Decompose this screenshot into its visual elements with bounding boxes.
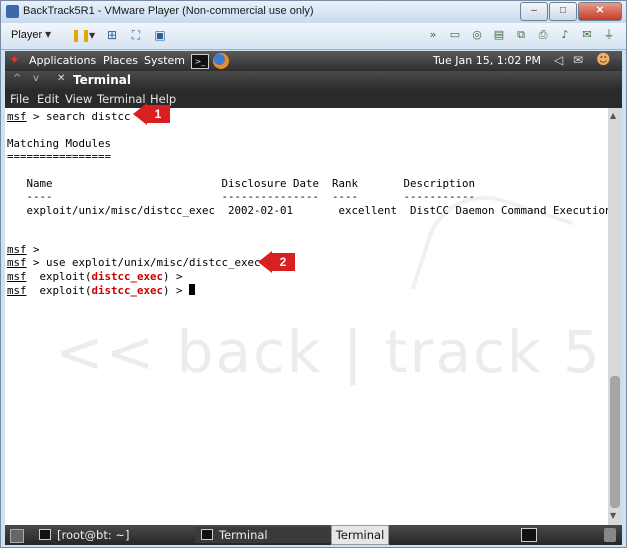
command-text: > use exploit/unix/misc/distcc_exec bbox=[26, 256, 261, 269]
terminal-launcher-icon[interactable]: >_ bbox=[191, 54, 209, 69]
terminal-line: msf > use exploit/unix/misc/distcc_exec bbox=[7, 256, 261, 269]
floppy-icon[interactable]: ▤ bbox=[492, 28, 506, 42]
terminal-line: Matching Modules bbox=[7, 137, 112, 150]
terminal-icon[interactable] bbox=[521, 528, 537, 542]
callout-number: 2 bbox=[271, 253, 295, 271]
chevron-down-icon[interactable]: ▼ bbox=[45, 30, 51, 39]
firefox-icon[interactable] bbox=[213, 53, 229, 69]
pause-icon[interactable]: ❚❚ bbox=[71, 28, 91, 42]
show-desktop-icon[interactable] bbox=[10, 529, 24, 543]
module-name: distcc_exec bbox=[91, 284, 164, 297]
gnome-top-panel: ✦ Applications Places System >_ Tue Jan … bbox=[5, 51, 622, 71]
double-chevron-icon[interactable]: » bbox=[426, 28, 440, 42]
terminal-line: msf > bbox=[7, 243, 40, 256]
terminal-scrollbar[interactable]: ▲ ▼ bbox=[608, 108, 622, 525]
sound-icon[interactable]: ♪ bbox=[558, 28, 572, 42]
msf-prompt: msf bbox=[7, 270, 27, 283]
msf-prompt: msf bbox=[7, 110, 27, 123]
callout-number: 1 bbox=[146, 105, 170, 123]
menu-edit[interactable]: Edit bbox=[37, 92, 59, 106]
menu-help[interactable]: Help bbox=[150, 92, 176, 106]
guest-screen[interactable]: ✦ Applications Places System >_ Tue Jan … bbox=[5, 51, 622, 545]
menu-system[interactable]: System bbox=[144, 54, 185, 67]
vm-toolbar: Player ▼ ❚❚ ▼ ⊞ ⛶ ▣ » ▭ ◎ ▤ ⧉ ⎙ ♪ ✉ ⏚ bbox=[1, 23, 626, 50]
chevron-down-icon[interactable]: ▼ bbox=[89, 31, 95, 40]
printer-icon[interactable]: ⎙ bbox=[536, 28, 550, 42]
chevron-down-icon[interactable]: v bbox=[33, 73, 39, 84]
player-menu[interactable]: Player bbox=[11, 29, 42, 41]
prompt-text: exploit( bbox=[26, 270, 92, 283]
device-icons: » ▭ ◎ ▤ ⧉ ⎙ ♪ ✉ ⏚ bbox=[426, 28, 616, 42]
unity-icon[interactable]: ▣ bbox=[153, 28, 167, 42]
menu-file[interactable]: File bbox=[10, 92, 29, 106]
maximize-button[interactable]: □ bbox=[549, 2, 577, 21]
close-icon[interactable]: ✕ bbox=[57, 73, 65, 84]
command-text: > bbox=[26, 243, 40, 256]
vm-titlebar: BackTrack5R1 - VMware Player (Non-commer… bbox=[1, 1, 626, 23]
taskbar-root-terminal[interactable]: [root@bt: ~] bbox=[39, 527, 130, 543]
chevron-up-icon[interactable]: ^ bbox=[13, 73, 21, 84]
user-icon[interactable]: ☻ bbox=[596, 52, 611, 68]
prompt-text: ) > bbox=[163, 270, 183, 283]
terminal-line: msf exploit(distcc_exec) > bbox=[7, 284, 196, 297]
fullscreen-icon[interactable]: ⛶ bbox=[129, 28, 143, 42]
menu-applications[interactable]: Applications bbox=[29, 54, 96, 67]
cd-rom-icon[interactable]: ◎ bbox=[470, 28, 484, 42]
msf-prompt: msf bbox=[7, 243, 27, 256]
command-text: > search distcc bbox=[26, 110, 131, 123]
terminal-icon bbox=[201, 529, 213, 540]
panel-clock[interactable]: Tue Jan 15, 1:02 PM bbox=[433, 54, 541, 67]
network-icon[interactable]: ⊞ bbox=[105, 28, 119, 42]
terminal-titlebar: ^ v ✕ Terminal bbox=[5, 71, 622, 90]
table-row: exploit/unix/misc/distcc_exec 2002-02-01… bbox=[7, 204, 609, 217]
prompt-text: exploit( bbox=[26, 284, 92, 297]
module-name: distcc_exec bbox=[91, 270, 164, 283]
terminal-window: ^ v ✕ Terminal File Edit View Terminal H… bbox=[5, 71, 622, 525]
volume-icon[interactable]: ◁ bbox=[554, 53, 563, 67]
vm-window-title: BackTrack5R1 - VMware Player (Non-commer… bbox=[23, 5, 314, 17]
vmware-player-window: BackTrack5R1 - VMware Player (Non-commer… bbox=[0, 0, 627, 548]
taskbar-terminal[interactable]: Terminal bbox=[195, 527, 331, 543]
msf-prompt: msf bbox=[7, 256, 27, 269]
terminal-output[interactable]: << back | track 5 msf > search distcc Ma… bbox=[5, 108, 608, 525]
msf-prompt: msf bbox=[7, 284, 27, 297]
scroll-up-icon[interactable]: ▲ bbox=[610, 111, 616, 120]
close-button[interactable]: ✕ bbox=[578, 2, 622, 21]
backtrack-watermark: << back | track 5 bbox=[55, 318, 602, 386]
window-controls: – □ ✕ bbox=[520, 2, 622, 21]
task-label: Terminal bbox=[219, 528, 268, 542]
menu-places[interactable]: Places bbox=[103, 54, 138, 67]
arrow-icon bbox=[258, 251, 272, 273]
terminal-menubar: File Edit View Terminal Help bbox=[5, 90, 622, 108]
terminal-title: Terminal bbox=[73, 73, 132, 87]
usb-icon[interactable]: ⏚ bbox=[602, 28, 616, 42]
task-label: [root@bt: ~] bbox=[57, 528, 130, 542]
vmware-app-icon bbox=[6, 5, 19, 18]
scrollbar-thumb[interactable] bbox=[610, 376, 620, 508]
table-header: Name Disclosure Date Rank Description bbox=[7, 177, 476, 190]
taskbar-tooltip: Terminal bbox=[331, 525, 389, 545]
gnome-bottom-panel: [root@bt: ~] Terminal Terminal bbox=[5, 525, 622, 545]
prompt-text: ) > bbox=[163, 284, 190, 297]
minimize-button[interactable]: – bbox=[520, 2, 548, 21]
hard-disk-icon[interactable]: ▭ bbox=[448, 28, 462, 42]
network-adapter-icon[interactable]: ⧉ bbox=[514, 28, 528, 42]
terminal-line: msf > search distcc bbox=[7, 110, 131, 123]
mail-icon[interactable]: ✉ bbox=[573, 53, 583, 67]
terminal-line: msf exploit(distcc_exec) > bbox=[7, 270, 183, 283]
menu-view[interactable]: View bbox=[65, 92, 92, 106]
trash-icon[interactable] bbox=[604, 528, 616, 542]
text-cursor bbox=[189, 284, 196, 295]
table-header-underline: ---- --------------- ---- ----------- bbox=[7, 190, 476, 203]
message-icon[interactable]: ✉ bbox=[580, 28, 594, 42]
backtrack-logo-icon[interactable]: ✦ bbox=[9, 53, 25, 69]
terminal-line: ================ bbox=[7, 150, 112, 163]
arrow-icon bbox=[133, 103, 147, 125]
scroll-down-icon[interactable]: ▼ bbox=[610, 511, 616, 520]
terminal-icon bbox=[39, 529, 51, 540]
